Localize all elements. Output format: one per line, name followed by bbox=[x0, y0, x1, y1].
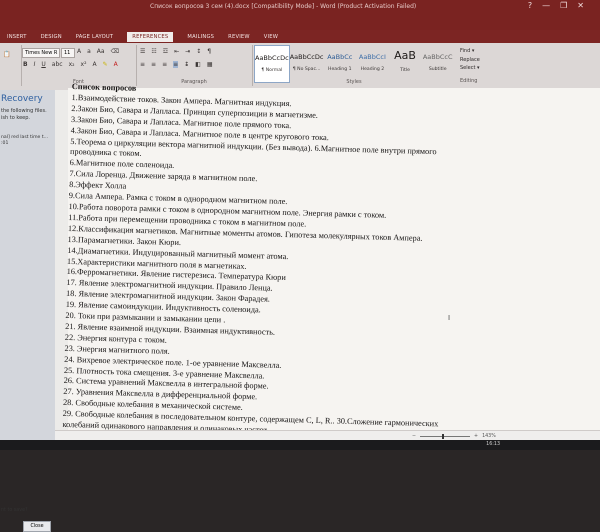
increase-indent-icon[interactable]: ⇥ bbox=[185, 48, 190, 55]
find-button[interactable]: Find ▾ bbox=[460, 47, 480, 56]
paste-icon[interactable]: 📋 bbox=[3, 51, 10, 58]
bullets-icon[interactable]: ☰ bbox=[140, 48, 145, 55]
editing-group-label: Editing bbox=[460, 77, 478, 84]
clear-formatting-icon[interactable]: ⌫ bbox=[111, 48, 119, 55]
tab-mailings[interactable]: MAILINGS bbox=[187, 34, 214, 40]
change-case-icon[interactable]: Aa bbox=[97, 48, 105, 55]
clipboard-group: 📋 bbox=[0, 45, 22, 86]
shading-icon[interactable]: ◧ bbox=[195, 61, 201, 68]
show-marks-icon[interactable]: ¶ bbox=[207, 48, 211, 55]
minimize-button[interactable]: — bbox=[542, 1, 550, 10]
sort-icon[interactable]: ↕ bbox=[196, 48, 201, 55]
zoom-slider[interactable] bbox=[420, 434, 471, 439]
taskbar: 16:13 bbox=[0, 440, 600, 450]
font-group: Times New R 11 A a Aa ⌫ B I U abc x₂ x² … bbox=[21, 45, 137, 86]
strikethrough-icon[interactable]: abc bbox=[52, 61, 63, 68]
align-left-icon[interactable]: ≡ bbox=[140, 61, 145, 68]
paragraph-group: ☰ ☷ ☲ ⇤ ⇥ ↕ ¶ ≡ ≡ ≡ ≡ ↨ ◧ ▦ Paragraph bbox=[136, 45, 253, 86]
font-size-box[interactable]: 11 bbox=[61, 48, 75, 58]
highlight-icon[interactable]: ✎ bbox=[103, 61, 108, 68]
line-spacing-icon[interactable]: ↨ bbox=[184, 61, 189, 68]
save-prompt: nt to save? bbox=[1, 508, 28, 513]
tab-insert[interactable]: INSERT bbox=[7, 34, 27, 40]
close-window-button[interactable]: ✕ bbox=[577, 1, 584, 10]
font-color-icon[interactable]: A bbox=[114, 61, 118, 68]
styles-group: Styles bbox=[254, 45, 454, 86]
grow-font-icon[interactable]: A bbox=[77, 48, 81, 55]
font-name-box[interactable]: Times New R bbox=[22, 48, 60, 58]
editing-group: Find ▾ Replace Select ▾ Editing bbox=[460, 47, 480, 85]
zoom-in-button[interactable]: + bbox=[474, 434, 478, 439]
superscript-icon[interactable]: x² bbox=[81, 61, 87, 68]
select-button[interactable]: Select ▾ bbox=[460, 64, 480, 73]
recovery-text: the following files. ish to keep. bbox=[1, 108, 47, 121]
replace-button[interactable]: Replace bbox=[460, 56, 480, 65]
document-body[interactable]: Список вопросов 1.Взаимодействие токов. З… bbox=[62, 82, 532, 444]
title-bar: Список вопросов 3 сем (4).docx [Compatib… bbox=[0, 0, 600, 30]
tab-page-layout[interactable]: PAGE LAYOUT bbox=[76, 34, 114, 40]
underline-icon[interactable]: U bbox=[41, 61, 45, 68]
recovery-title: Recovery bbox=[1, 94, 43, 104]
text-effects-icon[interactable]: A bbox=[93, 61, 97, 68]
tab-review[interactable]: REVIEW bbox=[228, 34, 250, 40]
zoom-percent[interactable]: 143% bbox=[482, 434, 496, 439]
font-format-controls: B I U abc x₂ x² A ✎ A bbox=[23, 61, 118, 68]
align-right-icon[interactable]: ≡ bbox=[162, 61, 167, 68]
paragraph-list-controls: ☰ ☷ ☲ ⇤ ⇥ ↕ ¶ bbox=[140, 48, 211, 55]
clock: 16:13 bbox=[486, 442, 500, 447]
ribbon-tabs: INSERT DESIGN PAGE LAYOUT REFERENCES MAI… bbox=[0, 30, 600, 43]
multilevel-list-icon[interactable]: ☲ bbox=[163, 48, 168, 55]
shrink-font-icon[interactable]: a bbox=[87, 48, 91, 55]
zoom-slider-handle[interactable] bbox=[442, 434, 445, 439]
subscript-icon[interactable]: x₂ bbox=[69, 61, 75, 68]
close-button[interactable]: Close bbox=[23, 521, 51, 532]
paragraph-align-controls: ≡ ≡ ≡ ≡ ↨ ◧ ▦ bbox=[140, 61, 213, 68]
restore-button[interactable]: ❐ bbox=[560, 1, 567, 10]
bold-icon[interactable]: B bbox=[23, 61, 28, 68]
align-center-icon[interactable]: ≡ bbox=[151, 61, 156, 68]
tab-design[interactable]: DESIGN bbox=[41, 34, 62, 40]
window-title: Список вопросов 3 сем (4).docx [Compatib… bbox=[150, 3, 417, 10]
document-recovery-pane: Recovery the following files. ish to kee… bbox=[0, 90, 55, 532]
decrease-indent-icon[interactable]: ⇤ bbox=[174, 48, 179, 55]
numbering-icon[interactable]: ☷ bbox=[151, 48, 156, 55]
window-buttons: ? — ❐ ✕ bbox=[528, 1, 584, 10]
tab-view[interactable]: VIEW bbox=[264, 34, 278, 40]
text-cursor-icon: I bbox=[448, 314, 451, 322]
recovered-file-item[interactable]: nal] red last time t... :01 bbox=[1, 135, 53, 147]
justify-icon[interactable]: ≡ bbox=[173, 61, 179, 68]
styles-group-label: Styles bbox=[346, 79, 362, 85]
zoom-out-button[interactable]: − bbox=[412, 434, 416, 439]
zoom-control: − + 143% bbox=[412, 434, 496, 439]
tab-references[interactable]: REFERENCES bbox=[127, 31, 174, 42]
font-size-controls: A a Aa ⌫ bbox=[77, 48, 119, 55]
borders-icon[interactable]: ▦ bbox=[207, 61, 213, 68]
italic-icon[interactable]: I bbox=[34, 61, 36, 68]
help-button[interactable]: ? bbox=[528, 1, 532, 10]
